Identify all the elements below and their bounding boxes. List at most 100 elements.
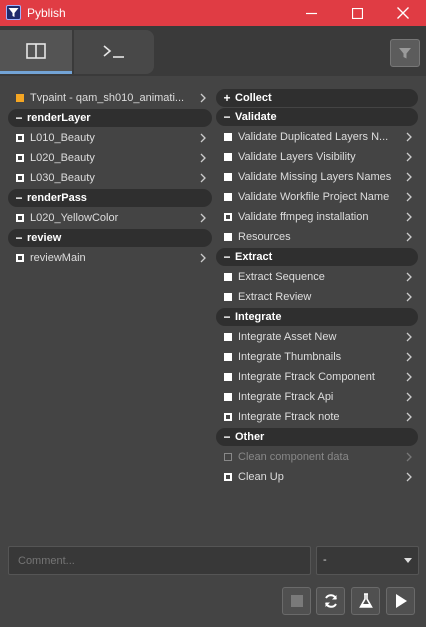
plugin-item[interactable]: Extract Sequence [216,267,418,287]
plugin-item[interactable]: Validate ffmpeg installation [216,207,418,227]
chevron-right-icon[interactable] [404,167,414,187]
stop-icon [290,595,303,607]
chevron-right-icon[interactable] [404,387,414,407]
chevron-right-icon[interactable] [404,287,414,307]
plugin-item[interactable]: Resources [216,227,418,247]
checkbox[interactable] [16,214,24,222]
plugin-item[interactable]: Integrate Ftrack Api [216,387,418,407]
checkbox[interactable] [224,473,232,481]
plugin-item[interactable]: Integrate Ftrack note [216,407,418,427]
plugin-label: Integrate Ftrack Component [238,371,375,383]
checkbox[interactable] [224,373,232,381]
chevron-right-icon[interactable] [198,168,208,188]
checkbox[interactable] [224,193,232,201]
context-item[interactable]: Tvpaint - qam_sh010_animati... [8,88,212,108]
instance-group-review[interactable]: − review [8,229,212,247]
plugin-item[interactable]: Clean Up [216,467,418,487]
instance-item[interactable]: L010_Beauty [8,128,212,148]
checkbox[interactable] [16,174,24,182]
publish-play-icon [395,594,407,608]
chevron-right-icon[interactable] [198,248,208,268]
instance-label: reviewMain [30,252,86,264]
chevron-right-icon[interactable] [404,147,414,167]
plugin-item[interactable]: Validate Missing Layers Names [216,167,418,187]
plugin-group-integrate[interactable]: − Integrate [216,308,418,326]
chevron-right-icon[interactable] [404,207,414,227]
checkbox[interactable] [224,393,232,401]
plugin-group-extract[interactable]: − Extract [216,248,418,266]
plugin-label: Extract Sequence [238,271,325,283]
tab-bar [0,26,426,76]
instance-group-renderpass[interactable]: − renderPass [8,189,212,207]
maximize-button[interactable] [334,0,380,26]
chevron-right-icon[interactable] [198,128,208,148]
instance-item[interactable]: reviewMain [8,248,212,268]
minimize-button[interactable] [288,0,334,26]
plugin-item[interactable]: Integrate Ftrack Component [216,367,418,387]
chevron-right-icon[interactable] [198,148,208,168]
checkbox[interactable] [224,273,232,281]
checkbox[interactable] [224,293,232,301]
chevron-right-icon[interactable] [404,187,414,207]
chevron-right-icon[interactable] [198,88,208,108]
plugin-item[interactable]: Integrate Thumbnails [216,347,418,367]
checkbox[interactable] [224,213,232,221]
checkbox[interactable] [224,333,232,341]
chevron-right-icon[interactable] [404,347,414,367]
plugin-item[interactable]: Extract Review [216,287,418,307]
plugin-label: Validate Workfile Project Name [238,191,390,203]
plugin-item[interactable]: Integrate Asset New [216,327,418,347]
chevron-right-icon[interactable] [404,327,414,347]
plugin-item[interactable]: Clean component data [216,447,418,467]
checkbox[interactable] [16,154,24,162]
tab-terminal[interactable] [74,30,154,74]
checkbox[interactable] [224,353,232,361]
target-combobox[interactable]: - [316,546,419,575]
group-label: Validate [235,111,277,123]
chevron-right-icon[interactable] [404,447,414,467]
close-button[interactable] [380,0,426,26]
chevron-right-icon[interactable] [404,407,414,427]
chevron-right-icon[interactable] [404,227,414,247]
chevron-right-icon[interactable] [404,367,414,387]
chevron-right-icon[interactable] [198,208,208,228]
group-label: Integrate [235,311,282,323]
plugin-item[interactable]: Validate Layers Visibility [216,147,418,167]
plugin-label: Validate Duplicated Layers N... [238,131,389,143]
window-title: Pyblish [27,6,66,20]
plugin-group-validate[interactable]: − Validate [216,108,418,126]
group-label: Other [235,431,265,443]
instance-item[interactable]: L030_Beauty [8,168,212,188]
chevron-down-icon [404,558,412,563]
instance-item[interactable]: L020_YellowColor [8,208,212,228]
checkbox[interactable] [224,233,232,241]
checkbox[interactable] [224,133,232,141]
validate-button[interactable] [351,587,380,615]
filter-icon [399,48,411,59]
tab-artist-view[interactable] [0,30,72,74]
reset-icon [324,594,337,608]
checkbox[interactable] [16,254,24,262]
checkbox[interactable] [224,413,232,421]
filter-button[interactable] [390,39,420,67]
checkbox[interactable] [224,153,232,161]
reset-button[interactable] [316,587,345,615]
comment-input[interactable] [8,546,311,575]
publish-button[interactable] [386,587,415,615]
checkbox[interactable] [224,173,232,181]
group-label: review [27,232,62,244]
instance-group-renderlayer[interactable]: − renderLayer [8,109,212,127]
checkbox[interactable] [224,453,232,461]
plugin-group-collect[interactable]: + Collect [216,89,418,107]
chevron-right-icon[interactable] [404,127,414,147]
stop-button[interactable] [282,587,311,615]
instance-item[interactable]: L020_Beauty [8,148,212,168]
checkbox[interactable] [16,134,24,142]
maximize-icon [351,7,363,19]
plugin-group-other[interactable]: − Other [216,428,418,446]
plugin-label: Integrate Asset New [238,331,337,343]
chevron-right-icon[interactable] [404,467,414,487]
plugin-item[interactable]: Validate Duplicated Layers N... [216,127,418,147]
chevron-right-icon[interactable] [404,267,414,287]
plugin-item[interactable]: Validate Workfile Project Name [216,187,418,207]
